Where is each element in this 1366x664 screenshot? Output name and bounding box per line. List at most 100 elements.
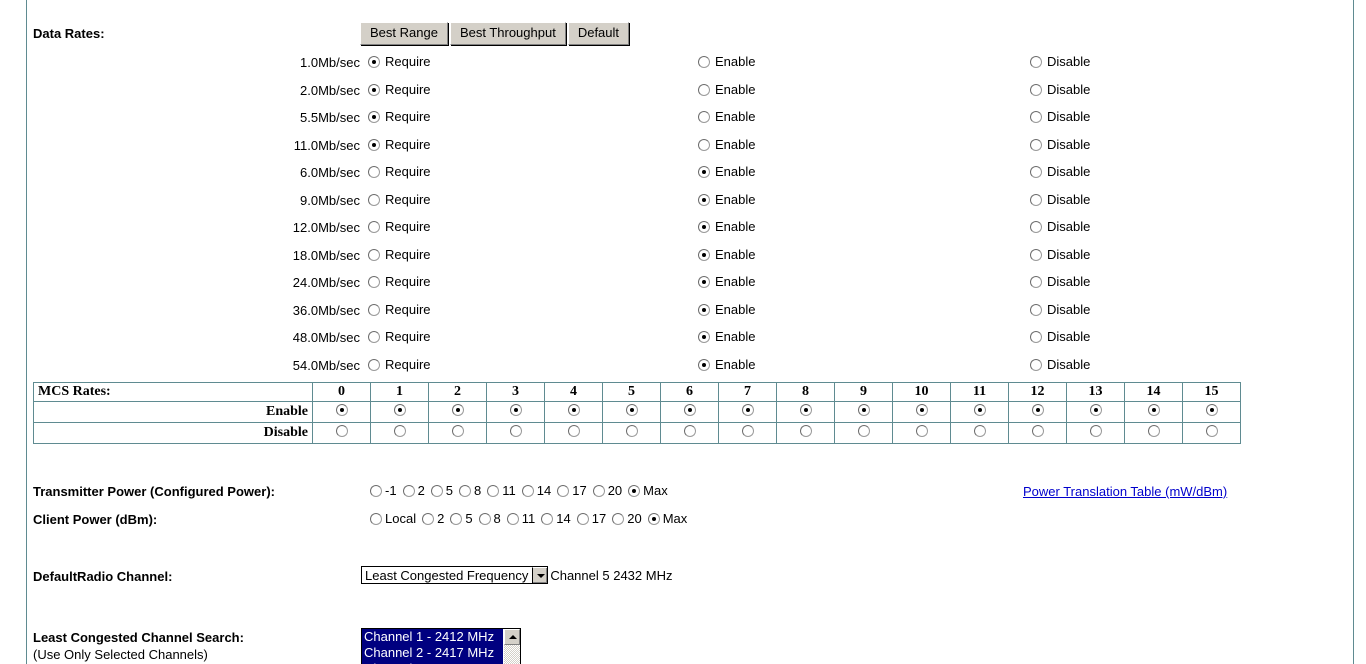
chevron-down-icon[interactable] — [532, 567, 548, 583]
radio-button[interactable] — [1205, 403, 1218, 416]
radio-button[interactable] — [1031, 403, 1044, 416]
scroll-up-arrow-icon[interactable] — [504, 629, 520, 645]
mcs-disable-cell[interactable] — [1008, 422, 1067, 444]
radio-button[interactable] — [799, 424, 812, 437]
radio-button[interactable] — [698, 83, 710, 96]
client-power-option[interactable]: 8 — [478, 512, 501, 526]
radio-button[interactable] — [1030, 83, 1042, 96]
data-rate-disable-option[interactable]: Disable — [1030, 165, 1090, 179]
radio-button[interactable] — [451, 403, 464, 416]
data-rate-disable-option[interactable]: Disable — [1030, 302, 1090, 317]
radio-button[interactable] — [368, 83, 380, 96]
mcs-disable-cell[interactable] — [1066, 422, 1125, 444]
radio-button[interactable] — [1031, 424, 1044, 437]
client-power-option[interactable]: 17 — [576, 512, 606, 526]
data-rate-enable-option[interactable]: Enable — [698, 330, 755, 344]
radio-button[interactable] — [576, 513, 589, 525]
data-rate-require-option[interactable]: Require — [368, 165, 431, 179]
data-rate-enable-option[interactable]: Enable — [698, 192, 755, 207]
radio-button[interactable] — [857, 403, 870, 416]
radio-button[interactable] — [698, 303, 710, 316]
transmitter-power-option[interactable]: 8 — [459, 484, 481, 498]
data-rate-enable-option[interactable]: Enable — [698, 357, 755, 372]
radio-button[interactable] — [450, 513, 463, 525]
radio-button[interactable] — [430, 485, 443, 497]
channel-list-item[interactable]: Channel 1 - 2412 MHz — [362, 629, 503, 645]
radio-button[interactable] — [368, 221, 380, 233]
mcs-enable-cell[interactable] — [428, 401, 487, 423]
default-button[interactable]: Default — [567, 22, 630, 45]
radio-button[interactable] — [521, 485, 534, 497]
data-rate-disable-option[interactable]: Disable — [1030, 330, 1090, 344]
data-rate-disable-option[interactable]: Disable — [1030, 357, 1090, 372]
mcs-disable-cell[interactable] — [718, 422, 777, 444]
radio-button[interactable] — [698, 56, 710, 68]
mcs-enable-cell[interactable] — [892, 401, 951, 423]
data-rate-require-option[interactable]: Require — [368, 82, 431, 97]
mcs-disable-cell[interactable] — [1182, 422, 1241, 444]
data-rate-require-option[interactable]: Require — [368, 247, 431, 262]
data-rate-require-option[interactable]: Require — [368, 357, 431, 372]
radio-button[interactable] — [402, 485, 415, 497]
radio-button[interactable] — [683, 424, 696, 437]
mcs-enable-cell[interactable] — [776, 401, 835, 423]
data-rate-disable-option[interactable]: Disable — [1030, 192, 1090, 207]
radio-button[interactable] — [857, 424, 870, 437]
data-rate-enable-option[interactable]: Enable — [698, 55, 755, 69]
radio-button[interactable] — [1030, 248, 1042, 261]
transmitter-power-option[interactable]: 5 — [430, 484, 453, 498]
mcs-disable-cell[interactable] — [312, 422, 371, 444]
radio-button[interactable] — [368, 276, 380, 288]
radio-button[interactable] — [698, 166, 710, 178]
radio-button[interactable] — [1030, 193, 1042, 206]
scrollbar-track[interactable] — [504, 645, 520, 664]
radio-button[interactable] — [335, 424, 348, 437]
transmitter-power-option[interactable]: 20 — [592, 484, 622, 498]
radio-button[interactable] — [478, 513, 491, 525]
radio-button[interactable] — [1089, 424, 1102, 437]
radio-button[interactable] — [698, 111, 710, 123]
radio-button[interactable] — [1030, 111, 1042, 123]
radio-button[interactable] — [1030, 56, 1042, 68]
channel-list-item[interactable]: Channel 2 - 2417 MHz — [362, 645, 503, 661]
radio-button[interactable] — [698, 276, 710, 288]
channel-list[interactable]: Channel 1 - 2412 MHz Channel 2 - 2417 MHz… — [362, 629, 503, 664]
transmitter-power-option[interactable]: 14 — [521, 484, 551, 498]
client-power-option[interactable]: 5 — [450, 512, 473, 526]
mcs-enable-cell[interactable] — [660, 401, 719, 423]
radio-button[interactable] — [509, 403, 522, 416]
radio-button[interactable] — [393, 424, 406, 437]
transmitter-power-option[interactable]: Max — [628, 484, 668, 498]
data-rate-enable-option[interactable]: Enable — [698, 275, 755, 289]
data-rate-require-option[interactable]: Require — [368, 330, 431, 344]
radio-button[interactable] — [368, 358, 380, 371]
client-power-option[interactable]: Local — [370, 512, 416, 526]
radio-button[interactable] — [370, 485, 382, 497]
data-rate-disable-option[interactable]: Disable — [1030, 247, 1090, 262]
radio-button[interactable] — [1147, 403, 1160, 416]
mcs-disable-cell[interactable] — [950, 422, 1009, 444]
radio-button[interactable] — [973, 403, 986, 416]
mcs-disable-cell[interactable] — [660, 422, 719, 444]
mcs-enable-cell[interactable] — [1008, 401, 1067, 423]
data-rate-enable-option[interactable]: Enable — [698, 110, 755, 124]
radio-button[interactable] — [1030, 221, 1042, 233]
mcs-enable-cell[interactable] — [370, 401, 429, 423]
default-radio-channel-select[interactable]: Least Congested Frequency — [361, 566, 549, 584]
radio-button[interactable] — [628, 485, 641, 497]
data-rate-enable-option[interactable]: Enable — [698, 82, 755, 97]
data-rate-disable-option[interactable]: Disable — [1030, 55, 1090, 69]
mcs-disable-cell[interactable] — [486, 422, 545, 444]
client-power-option[interactable]: 14 — [541, 512, 571, 526]
transmitter-power-option[interactable]: 17 — [557, 484, 587, 498]
radio-button[interactable] — [698, 248, 710, 261]
radio-button[interactable] — [541, 513, 554, 525]
client-power-option[interactable]: 11 — [506, 512, 535, 526]
radio-button[interactable] — [799, 403, 812, 416]
data-rate-enable-option[interactable]: Enable — [698, 220, 755, 234]
radio-button[interactable] — [698, 138, 710, 151]
mcs-enable-cell[interactable] — [1066, 401, 1125, 423]
radio-button[interactable] — [592, 485, 605, 497]
best-range-button[interactable]: Best Range — [360, 22, 448, 45]
radio-button[interactable] — [567, 424, 580, 437]
